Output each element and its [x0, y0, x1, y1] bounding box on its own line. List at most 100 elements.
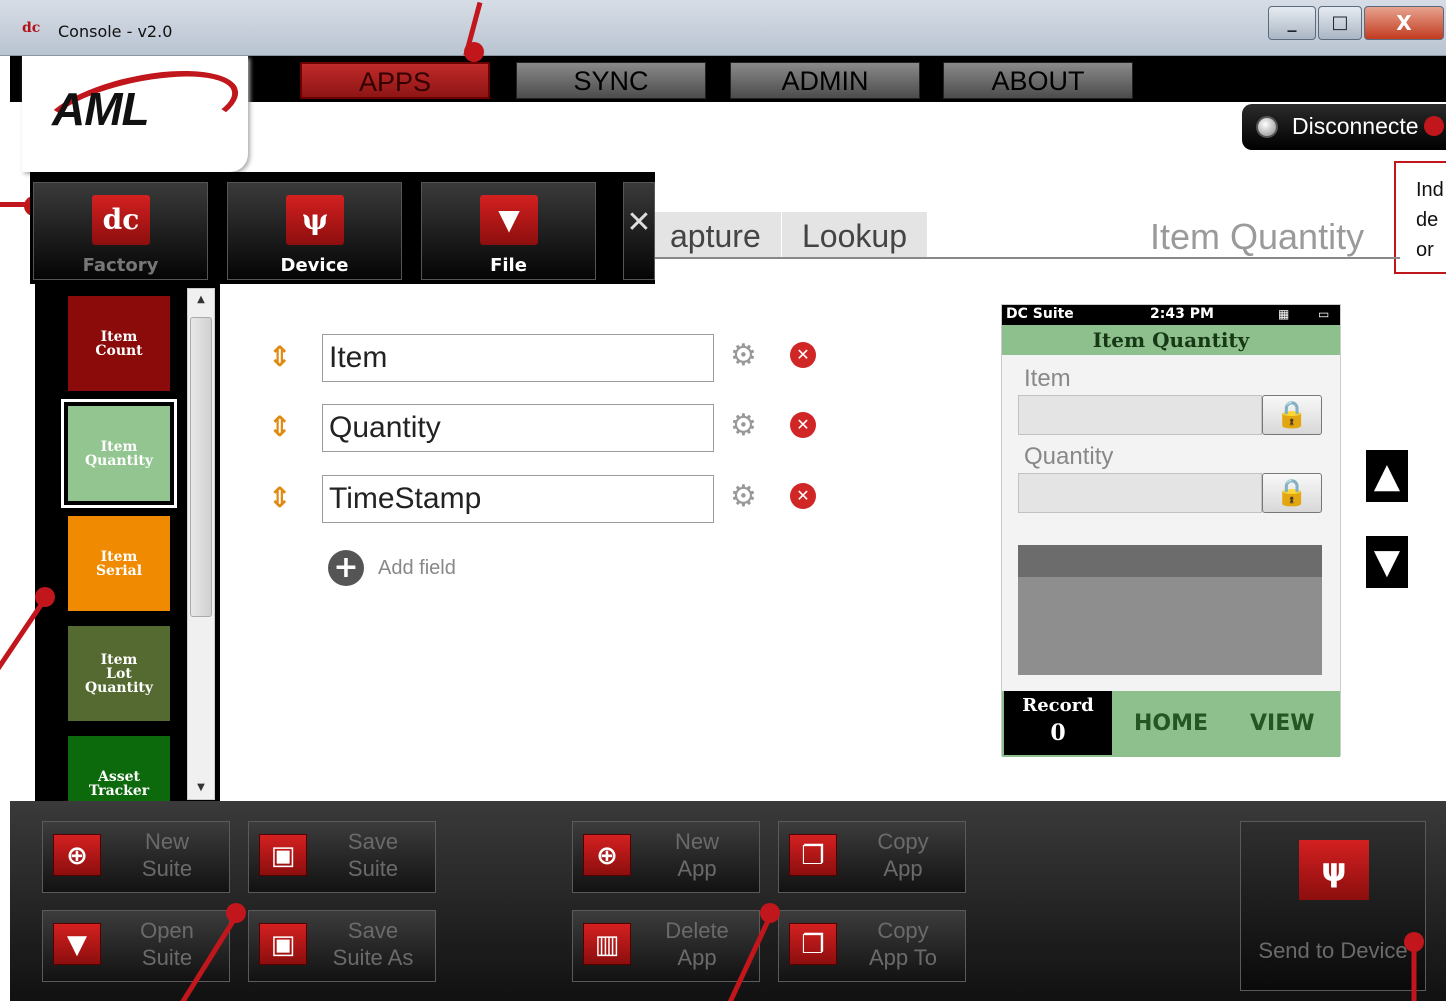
- reorder-icon[interactable]: ⇕: [268, 340, 294, 373]
- device-app-name: DC Suite: [1006, 306, 1074, 322]
- close-icon: X: [1396, 11, 1412, 35]
- device-field-input: [1018, 395, 1262, 435]
- annotation-dot: [1404, 932, 1424, 952]
- device-list-header: [1018, 545, 1322, 577]
- device-record-count: 0: [1050, 720, 1066, 746]
- file-label: File: [490, 255, 527, 276]
- connection-status[interactable]: Disconnecte: [1242, 104, 1446, 150]
- tooltip-line: Ind: [1416, 179, 1444, 201]
- move-up-button[interactable]: ▲: [1366, 450, 1408, 502]
- save-suite-button[interactable]: ▣ Save Suite: [248, 821, 436, 893]
- tooltip-line: or: [1416, 239, 1434, 261]
- tab-capture[interactable]: apture: [650, 212, 781, 258]
- annotation-dot: [760, 903, 780, 923]
- delete-icon[interactable]: ✕: [790, 342, 816, 368]
- gear-icon[interactable]: ⚙: [730, 481, 762, 513]
- gear-icon[interactable]: ⚙: [730, 340, 762, 372]
- copy-app-button[interactable]: ❐ Copy App: [778, 821, 966, 893]
- file-button[interactable]: ▼ File: [421, 182, 596, 280]
- app-tile-item-lot-quantity[interactable]: Item Lot Quantity: [68, 626, 170, 721]
- device-record-list: [1018, 545, 1322, 675]
- plus-circle-icon: ⊕: [53, 834, 101, 876]
- send-to-device-button[interactable]: ψ Send to Device: [1240, 821, 1426, 991]
- copy-app-to-label: Copy App To: [868, 918, 938, 970]
- delete-app-button[interactable]: ▥ Delete App: [572, 910, 760, 982]
- delete-icon[interactable]: ✕: [790, 412, 816, 438]
- app-sidebar: Item Count Item Quantity Item Serial Ite…: [35, 284, 220, 804]
- app-tile-label: Item Quantity: [84, 438, 153, 469]
- app-tile-label: Item Count: [95, 328, 143, 359]
- logo-text: AML: [52, 83, 150, 135]
- device-bottom-bar: Record 0 HOME VIEW: [1002, 691, 1340, 757]
- lock-icon: 🔒: [1262, 473, 1322, 513]
- window-titlebar: dc Console - v2.0 _ □ X: [0, 0, 1446, 56]
- status-tooltip: Ind de or: [1394, 161, 1446, 274]
- annotation-dot: [226, 903, 246, 923]
- console-app: APPS SYNC ADMIN ABOUT AML Disconnecte In…: [10, 56, 1446, 1001]
- chevron-up-icon: ▲: [1373, 456, 1401, 496]
- tab-lookup[interactable]: Lookup: [782, 212, 927, 258]
- device-screen-title: Item Quantity: [1002, 325, 1340, 355]
- field-name-input[interactable]: [322, 334, 714, 382]
- device-view-label: VIEW: [1250, 711, 1315, 736]
- minimize-button[interactable]: _: [1268, 6, 1316, 40]
- save-suite-label: Save Suite: [347, 829, 399, 881]
- save-suite-as-button[interactable]: ▣ Save Suite As: [248, 910, 436, 982]
- factory-button[interactable]: dc Factory: [33, 182, 208, 280]
- open-suite-label: Open Suite: [140, 918, 194, 970]
- annotation-dot: [464, 42, 484, 62]
- close-source-menu-icon[interactable]: ✕: [623, 182, 655, 280]
- delete-icon[interactable]: ✕: [790, 483, 816, 509]
- usb-icon: ψ: [286, 195, 344, 245]
- app-tile-item-quantity[interactable]: Item Quantity: [61, 399, 177, 508]
- nav-tab-about[interactable]: ABOUT: [943, 62, 1133, 99]
- app-title: Item Quantity: [1150, 216, 1365, 257]
- copy-app-to-button[interactable]: ❐ Copy App To: [778, 910, 966, 982]
- device-home-label: HOME: [1134, 711, 1209, 736]
- scroll-up-icon[interactable]: ▲: [188, 289, 214, 311]
- close-button[interactable]: X: [1364, 6, 1444, 40]
- trash-icon: ▥: [583, 923, 631, 965]
- device-preview: DC Suite 2:43 PM ▦ ▭ Item Quantity Item …: [1001, 304, 1341, 757]
- field-name-input[interactable]: [322, 475, 714, 523]
- device-button[interactable]: ψ Device: [227, 182, 402, 280]
- gear-icon[interactable]: ⚙: [730, 410, 762, 442]
- bottom-toolbar: ⊕ New Suite ▣ Save Suite ▼ Open Suite ▣ …: [10, 801, 1446, 1001]
- app-tile-asset-tracker[interactable]: Asset Tracker: [68, 736, 170, 804]
- nav-tab-apps[interactable]: APPS: [300, 62, 490, 99]
- maximize-icon: □: [1331, 12, 1349, 33]
- app-tile-item-serial[interactable]: Item Serial: [68, 516, 170, 611]
- app-tile-item-count[interactable]: Item Count: [68, 296, 170, 391]
- device-status-bar: DC Suite 2:43 PM ▦ ▭: [1002, 305, 1340, 325]
- folder-open-icon: ▼: [53, 923, 101, 965]
- tooltip-line: de: [1416, 209, 1439, 231]
- scroll-thumb[interactable]: [190, 317, 212, 617]
- status-indicator-icon: [1256, 116, 1278, 138]
- delete-app-label: Delete App: [665, 918, 729, 970]
- new-app-button[interactable]: ⊕ New App: [572, 821, 760, 893]
- copy-to-icon: ❐: [789, 923, 837, 965]
- reorder-icon[interactable]: ⇕: [268, 410, 294, 443]
- new-suite-label: New Suite: [141, 829, 193, 881]
- chevron-down-icon: ▼: [1373, 542, 1401, 582]
- nav-tab-admin[interactable]: ADMIN: [730, 62, 920, 99]
- plus-circle-icon: ⊕: [583, 834, 631, 876]
- app-icon: dc: [22, 20, 41, 36]
- maximize-button[interactable]: □: [1318, 6, 1362, 40]
- new-suite-button[interactable]: ⊕ New Suite: [42, 821, 230, 893]
- nav-tab-sync[interactable]: SYNC: [516, 62, 706, 99]
- annotation-line: [1411, 946, 1417, 1001]
- scroll-down-icon[interactable]: ▼: [188, 777, 214, 799]
- logo: AML: [22, 56, 248, 172]
- move-down-button[interactable]: ▼: [1366, 536, 1408, 588]
- plus-circle-icon: +: [328, 550, 364, 586]
- minimize-icon: _: [1287, 12, 1297, 33]
- new-app-label: New App: [674, 829, 719, 881]
- annotation-dot: [1424, 116, 1444, 136]
- field-name-input[interactable]: [322, 404, 714, 452]
- add-field-label: Add field: [378, 557, 456, 579]
- reorder-icon[interactable]: ⇕: [268, 481, 294, 514]
- sidebar-scrollbar[interactable]: ▲ ▼: [187, 288, 215, 800]
- save-as-icon: ▣: [259, 923, 307, 965]
- status-text: Disconnecte: [1292, 113, 1419, 139]
